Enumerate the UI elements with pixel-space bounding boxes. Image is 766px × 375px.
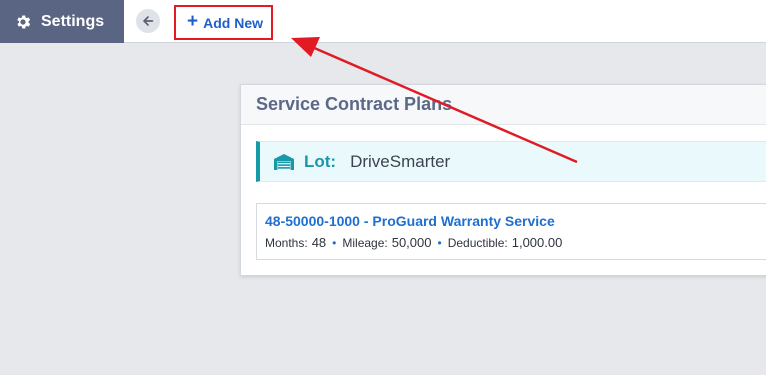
back-button[interactable] xyxy=(136,9,160,33)
back-arrow-icon xyxy=(143,16,154,26)
mileage-value: 50,000 xyxy=(391,235,432,250)
plan-title-link[interactable]: 48-50000-1000 - ProGuard Warranty Servic… xyxy=(265,213,555,229)
settings-label: Settings xyxy=(41,12,105,30)
add-new-button[interactable]: + Add New xyxy=(174,5,273,40)
panel-header: Service Contract Plans xyxy=(241,85,766,125)
add-new-label: Add New xyxy=(203,14,263,31)
plan-meta: Months: 48 • Mileage: 50,000 • Deductibl… xyxy=(265,235,562,250)
months-value: 48 xyxy=(311,235,327,250)
settings-tab[interactable]: Settings xyxy=(0,0,124,43)
top-toolbar: Settings + Add New xyxy=(0,0,766,43)
separator-dot: • xyxy=(437,236,442,250)
plus-icon: + xyxy=(187,11,199,32)
service-contract-plans-panel: Service Contract Plans Lot: DriveSmarter… xyxy=(240,84,766,276)
deductible-label: Deductible: xyxy=(447,236,508,250)
panel-title: Service Contract Plans xyxy=(256,94,453,114)
separator-dot: • xyxy=(332,236,337,250)
deductible-value: 1,000.00 xyxy=(511,235,563,250)
mileage-label: Mileage: xyxy=(342,236,388,250)
lot-label: Lot: xyxy=(304,151,337,171)
plan-card: 48-50000-1000 - ProGuard Warranty Servic… xyxy=(256,203,766,260)
garage-icon xyxy=(274,153,294,170)
gear-icon xyxy=(17,14,31,29)
lot-value: DriveSmarter xyxy=(350,151,451,171)
months-label: Months: xyxy=(265,236,308,250)
lot-bar: Lot: DriveSmarter xyxy=(256,141,766,182)
